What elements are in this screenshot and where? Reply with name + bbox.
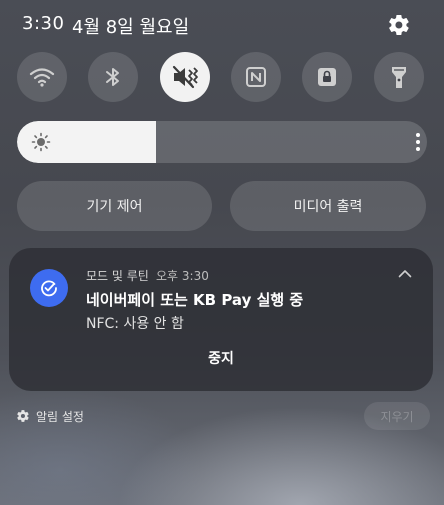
sound-mute-icon xyxy=(172,65,198,89)
stop-button[interactable]: 중지 xyxy=(191,344,251,372)
bluetooth-toggle[interactable] xyxy=(88,52,138,102)
media-output-label: 미디어 출력 xyxy=(293,199,363,215)
more-vertical-icon xyxy=(416,133,420,151)
notification-body: NFC: 사용 안 함 xyxy=(86,316,184,332)
clock-time: 3:30 xyxy=(22,13,65,34)
clear-button[interactable]: 지우기 xyxy=(364,402,430,430)
date-label: 4월 8일 월요일 xyxy=(72,17,190,38)
device-control-button[interactable]: 기기 제어 xyxy=(17,181,212,231)
flashlight-toggle[interactable] xyxy=(374,52,424,102)
stop-button-label: 중지 xyxy=(208,351,234,367)
gear-icon xyxy=(389,14,409,36)
brightness-slider[interactable] xyxy=(17,121,427,163)
wifi-toggle[interactable] xyxy=(17,52,67,102)
notification-card[interactable]: 모드 및 루틴 오후 3:30 네이버페이 또는 KB Pay 실행 중 NFC… xyxy=(9,248,433,391)
notification-title: 네이버페이 또는 KB Pay 실행 중 xyxy=(86,291,304,309)
settings-button[interactable] xyxy=(386,12,412,38)
gear-icon xyxy=(17,410,29,422)
sun-icon xyxy=(31,132,51,152)
secure-folder-toggle[interactable] xyxy=(302,52,352,102)
bluetooth-icon xyxy=(106,68,119,86)
flashlight-icon xyxy=(392,67,406,88)
chevron-up-icon xyxy=(398,269,412,277)
nfc-toggle[interactable] xyxy=(231,52,281,102)
nfc-icon xyxy=(246,67,266,87)
clear-button-label: 지우기 xyxy=(380,409,414,424)
check-circle-icon xyxy=(41,280,57,297)
quick-toggles xyxy=(0,52,444,104)
notification-time: 오후 3:30 xyxy=(156,269,209,283)
media-output-button[interactable]: 미디어 출력 xyxy=(230,181,426,231)
wifi-icon xyxy=(29,68,55,87)
collapse-button[interactable] xyxy=(395,264,415,282)
app-icon xyxy=(30,269,68,307)
lock-icon xyxy=(318,68,336,86)
sound-toggle[interactable] xyxy=(160,52,210,102)
notification-settings-button[interactable]: 알림 설정 xyxy=(16,406,84,426)
device-control-label: 기기 제어 xyxy=(86,199,143,215)
notification-settings-label: 알림 설정 xyxy=(36,409,84,424)
status-bar: 3:30 4월 8일 월요일 xyxy=(0,0,444,50)
brightness-more-button[interactable] xyxy=(407,131,427,153)
notification-app-name: 모드 및 루틴 xyxy=(86,269,149,283)
